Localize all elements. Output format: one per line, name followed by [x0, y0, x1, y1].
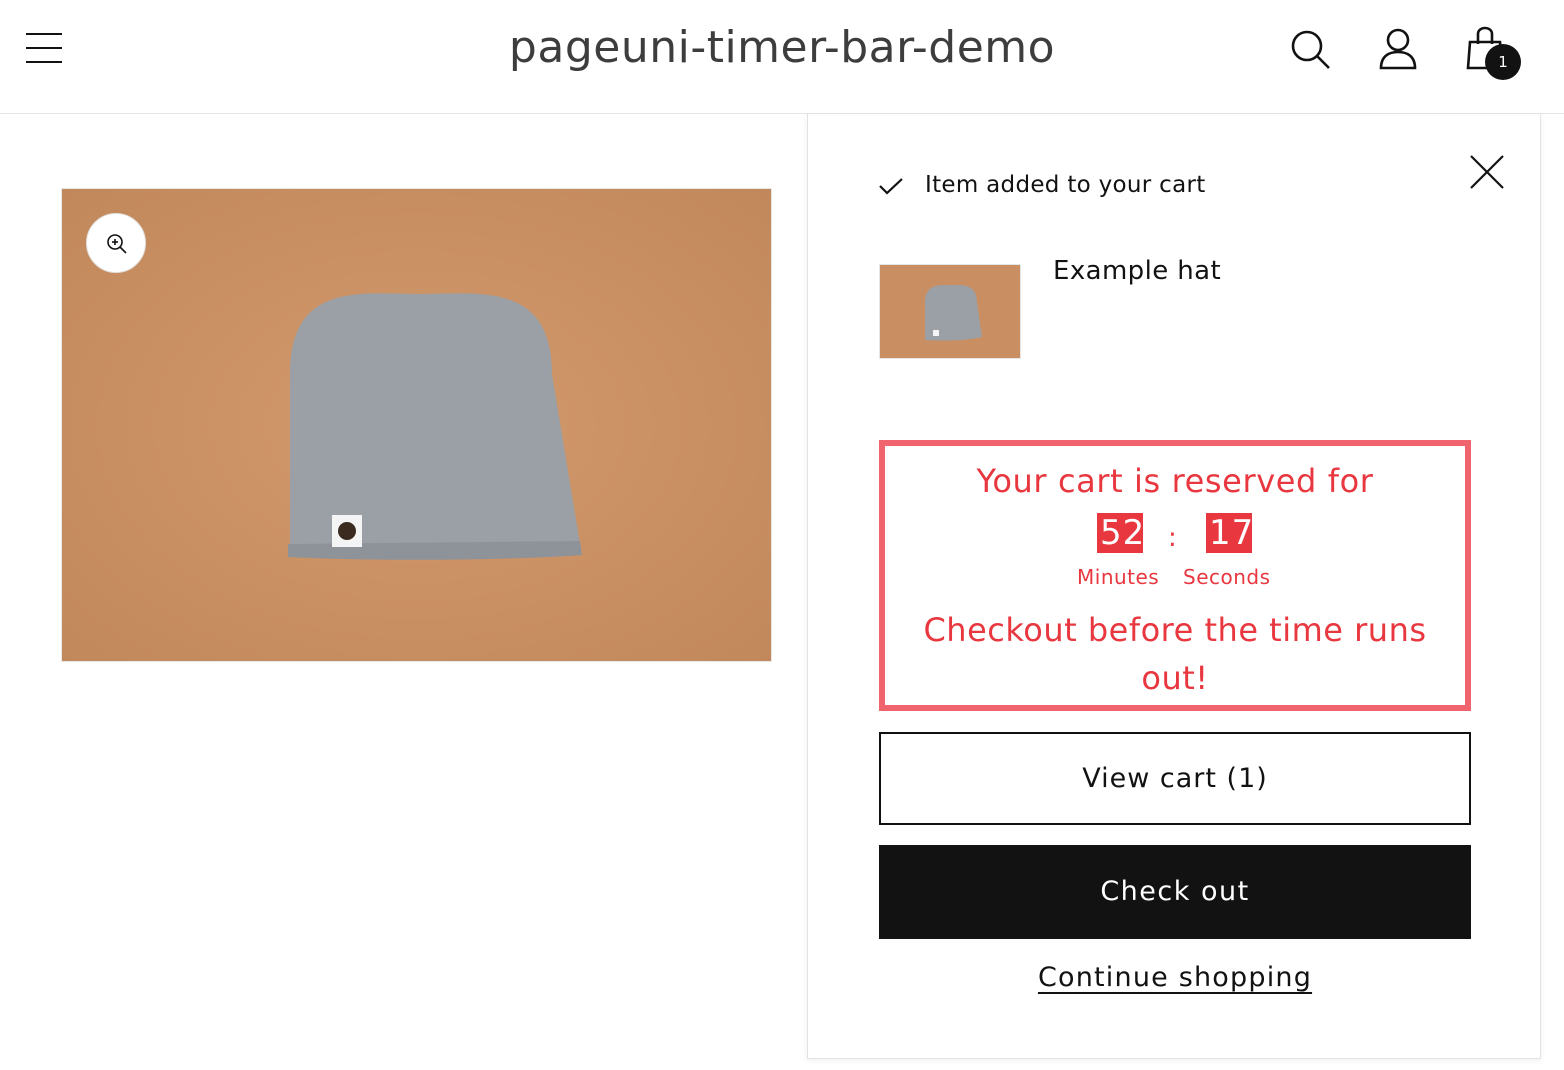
seconds-label: Seconds: [1183, 565, 1271, 589]
view-cart-button[interactable]: View cart (1): [879, 732, 1471, 825]
close-icon[interactable]: [1465, 150, 1509, 194]
cart-item-thumbnail: [879, 264, 1021, 359]
timer-minutes: 52: [1097, 513, 1144, 553]
search-icon[interactable]: [1285, 24, 1335, 74]
checkmark-icon: [879, 178, 903, 195]
hat-photo: [62, 189, 771, 661]
countdown: 52 : 17 Minutes Seconds: [885, 513, 1465, 593]
cart-notification-drawer: Item added to your cart Example hat Your…: [807, 114, 1541, 1059]
timer-heading: Your cart is reserved for: [976, 462, 1374, 500]
cart-item-name: Example hat: [1053, 256, 1222, 286]
checkout-button[interactable]: Check out: [879, 845, 1471, 939]
zoom-in-icon[interactable]: [86, 213, 146, 273]
site-header: pageuni-timer-bar-demo 1: [0, 0, 1564, 114]
cart-count-badge: 1: [1485, 44, 1521, 80]
continue-shopping-link[interactable]: Continue shopping: [879, 962, 1471, 993]
timer-footer-message: Checkout before the time runs out!: [923, 611, 1427, 697]
timer-separator: :: [1168, 523, 1177, 553]
continue-shopping-label[interactable]: Continue shopping: [1038, 962, 1312, 993]
added-to-cart-text: Item added to your cart: [925, 172, 1206, 198]
account-icon[interactable]: [1373, 24, 1423, 74]
minutes-label: Minutes: [1077, 565, 1160, 589]
product-image[interactable]: [61, 188, 772, 662]
cart-timer-box: Your cart is reserved for 52 : 17 Minute…: [879, 440, 1471, 711]
timer-seconds: 17: [1206, 513, 1253, 553]
